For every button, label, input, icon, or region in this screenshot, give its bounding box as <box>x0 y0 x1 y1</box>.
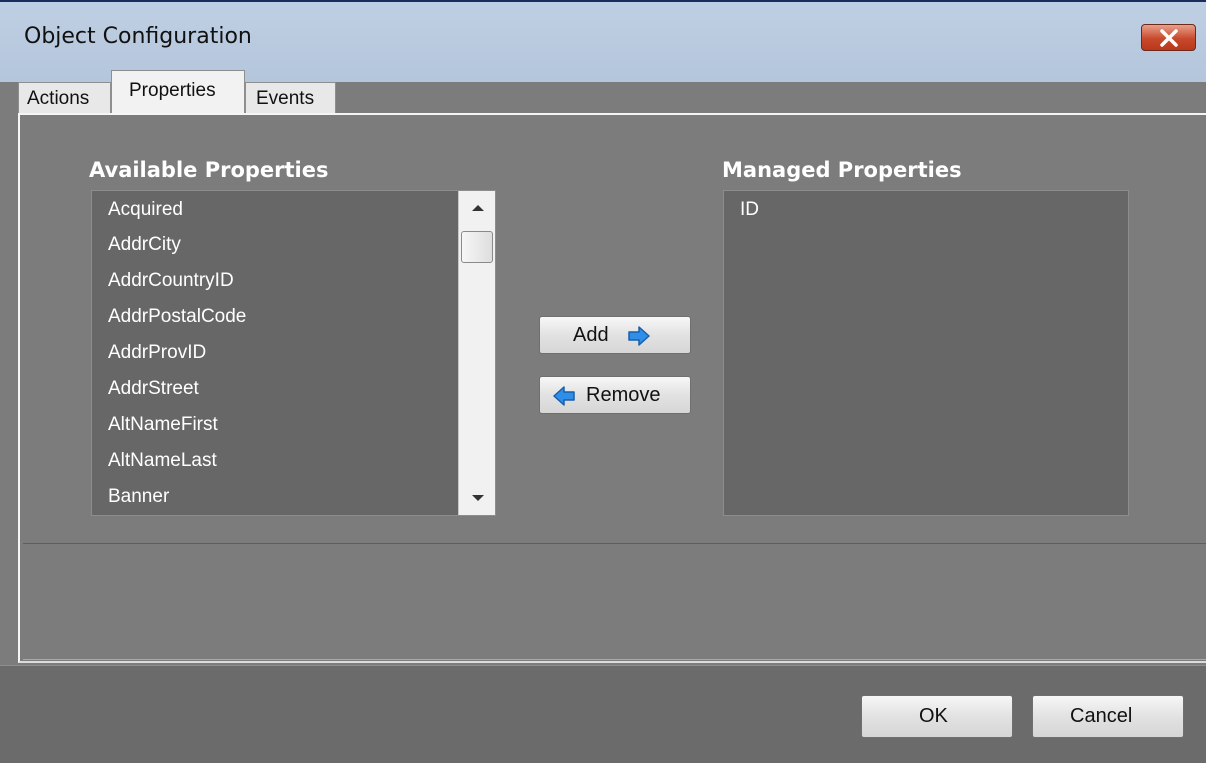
remove-button-label: Remove <box>586 384 661 406</box>
scroll-down-icon[interactable] <box>472 495 484 501</box>
list-item[interactable]: ID <box>740 199 759 221</box>
dialog-footer <box>0 665 1206 763</box>
add-button-label: Add <box>573 324 609 346</box>
available-list-scrollbar[interactable] <box>458 191 495 515</box>
close-icon <box>1160 29 1178 47</box>
list-item[interactable]: AltNameLast <box>108 450 217 472</box>
managed-properties-label: Managed Properties <box>722 158 962 182</box>
available-properties-label: Available Properties <box>89 158 329 182</box>
tab-actions-label: Actions <box>27 88 90 109</box>
window-title: Object Configuration <box>24 24 252 49</box>
tab-events-label: Events <box>256 88 315 109</box>
tab-properties[interactable]: Properties <box>111 70 245 114</box>
arrow-left-icon <box>553 386 575 406</box>
tab-properties-label: Properties <box>129 80 216 101</box>
list-item[interactable]: AddrCountryID <box>108 270 234 292</box>
scroll-up-icon[interactable] <box>472 205 484 211</box>
arrow-right-icon <box>628 326 650 346</box>
list-item[interactable]: AddrCity <box>108 234 181 256</box>
cancel-button[interactable]: Cancel <box>1032 695 1184 738</box>
list-item[interactable]: Banner <box>108 486 169 508</box>
list-item[interactable]: Acquired <box>108 199 183 221</box>
cancel-button-label: Cancel <box>1070 705 1133 727</box>
ok-button-label: OK <box>919 705 948 727</box>
available-properties-list[interactable]: Acquired AddrCity AddrCountryID AddrPost… <box>91 190 496 516</box>
close-button[interactable] <box>1141 24 1196 51</box>
details-area <box>23 543 1206 660</box>
ok-button[interactable]: OK <box>861 695 1013 738</box>
list-item[interactable]: AltNameFirst <box>108 414 218 436</box>
list-item[interactable]: AddrPostalCode <box>108 306 246 328</box>
tab-actions[interactable]: Actions <box>18 82 111 114</box>
add-button[interactable]: Add <box>539 316 691 354</box>
scroll-thumb[interactable] <box>461 231 493 263</box>
list-item[interactable]: AddrProvID <box>108 342 206 364</box>
managed-properties-list[interactable]: ID <box>723 190 1129 516</box>
object-configuration-window: Object Configuration Actions Events Prop… <box>0 0 1206 763</box>
tab-events[interactable]: Events <box>245 82 336 114</box>
list-item[interactable]: AddrStreet <box>108 378 199 400</box>
remove-button[interactable]: Remove <box>539 376 691 414</box>
